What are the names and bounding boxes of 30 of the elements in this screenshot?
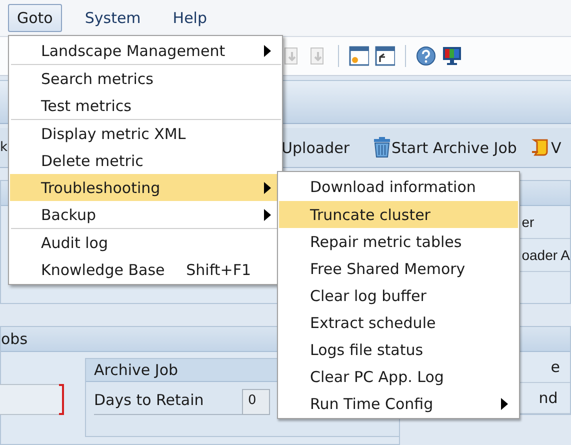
help-icon[interactable] xyxy=(416,46,436,66)
group-title: Archive Job xyxy=(94,361,178,379)
menu-item[interactable]: Backup xyxy=(10,201,281,228)
shortcut-window-icon[interactable] xyxy=(375,46,395,66)
toolbar-button[interactable]: Uploader xyxy=(282,138,350,156)
scroll-icon xyxy=(530,137,551,158)
window-icon[interactable] xyxy=(349,46,369,66)
input-field[interactable] xyxy=(0,384,63,415)
toolbar-button[interactable]: Start Archive Job xyxy=(372,137,517,158)
toolbar-button[interactable]: V xyxy=(530,137,562,158)
menu-item[interactable]: Extract schedule xyxy=(279,309,518,336)
trash-icon xyxy=(372,137,392,158)
shortcut-label: Shift+F1 xyxy=(186,260,251,278)
panel-title: obs xyxy=(1,330,28,348)
menu-item[interactable]: Delete metric xyxy=(10,147,281,174)
menu-item[interactable]: Audit log xyxy=(10,229,281,256)
menu-item[interactable]: Truncate cluster xyxy=(279,201,518,228)
menu-item[interactable]: Search metrics xyxy=(10,65,281,92)
menu-item[interactable]: Test metrics xyxy=(10,92,281,119)
toolbar-button[interactable]: k xyxy=(0,140,8,155)
monitor-icon[interactable] xyxy=(442,46,462,66)
menu-bar-item[interactable]: Goto xyxy=(8,4,62,32)
menu-item[interactable]: Knowledge Base Shift+F1 xyxy=(10,256,281,283)
menu-bar-item[interactable]: System xyxy=(76,4,150,32)
menu-item[interactable]: Download information xyxy=(279,173,518,200)
menu-bar-item[interactable]: Help xyxy=(164,4,216,32)
menu-item[interactable]: Clear log buffer xyxy=(279,282,518,309)
input-field[interactable]: 0 xyxy=(242,388,270,414)
required-mark-icon xyxy=(59,384,64,415)
menu-item[interactable]: Display metric XML xyxy=(10,120,281,147)
